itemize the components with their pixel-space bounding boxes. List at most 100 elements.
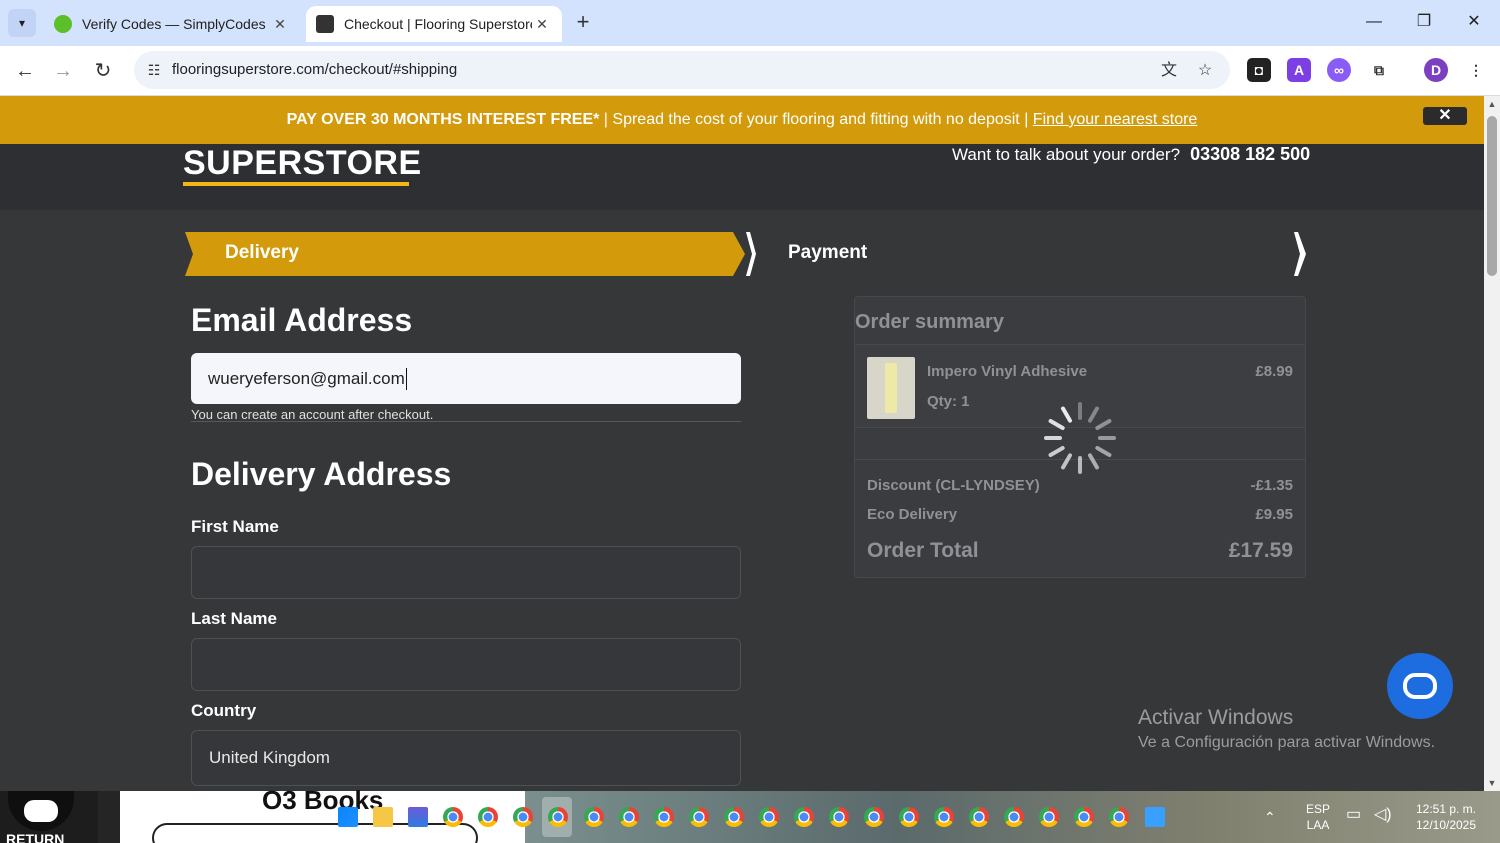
chrome-icon[interactable]	[548, 807, 568, 827]
last-name-field[interactable]	[191, 638, 741, 691]
page-scrollbar[interactable]: ▲ ▼	[1484, 96, 1500, 791]
step-delivery[interactable]: Delivery	[185, 232, 745, 276]
spinner-spoke	[1078, 456, 1082, 474]
return-label: RETURN	[6, 831, 65, 843]
chrome-icon[interactable]	[1004, 807, 1024, 827]
email-hint: You can create an account after checkout…	[191, 407, 434, 422]
email-heading: Email Address	[191, 302, 413, 338]
tab-simplycodes[interactable]: Verify Codes — SimplyCodes ✕	[44, 6, 300, 42]
clock[interactable]: 12:51 p. m. 12/10/2025	[1406, 801, 1486, 833]
shop-widget: RETURN	[0, 791, 98, 843]
bookmark-star-icon[interactable]: ☆	[1194, 60, 1216, 82]
loading-spinner-icon	[1044, 402, 1116, 474]
windows-start-icon[interactable]	[338, 807, 358, 827]
spinner-spoke	[1044, 436, 1062, 440]
scroll-up-icon[interactable]: ▲	[1487, 99, 1497, 109]
chrome-icon[interactable]	[934, 807, 954, 827]
vpn-app-icon[interactable]	[408, 807, 428, 827]
site-info-icon[interactable]: ☷	[144, 60, 164, 80]
notepad-icon[interactable]	[1145, 807, 1165, 827]
country-select[interactable]: United Kingdom	[191, 730, 741, 786]
extension-coupon-icon[interactable]: ∞	[1327, 58, 1351, 82]
shop-chat-icon[interactable]	[8, 791, 74, 831]
email-field[interactable]: wueryeferson@gmail.com	[191, 353, 741, 404]
email-value: wueryeferson@gmail.com	[208, 368, 405, 388]
tray-chevron-icon[interactable]: ⌃	[1264, 809, 1276, 825]
spinner-spoke	[1060, 452, 1073, 471]
restore-icon[interactable]: ❐	[1404, 8, 1444, 36]
address-bar[interactable]: ☷ flooringsuperstore.com/checkout/#shipp…	[134, 51, 1230, 89]
first-name-field[interactable]	[191, 546, 741, 599]
promo-separator: |	[599, 111, 613, 128]
chrome-icon[interactable]	[864, 807, 884, 827]
reload-icon[interactable]: ↻	[88, 56, 118, 86]
tab-title: Verify Codes — SimplyCodes	[82, 16, 266, 32]
spinner-spoke	[1060, 405, 1073, 424]
extension-a-icon[interactable]: A	[1287, 58, 1311, 82]
checkout-main: Delivery Payment Email Address wueryefer…	[0, 210, 1484, 791]
translate-icon[interactable]: 文	[1158, 60, 1180, 82]
promo-headline: PAY OVER 30 MONTHS INTEREST FREE*	[286, 111, 600, 128]
chrome-icon[interactable]	[689, 807, 709, 827]
chrome-icon[interactable]	[478, 807, 498, 827]
chat-button[interactable]	[1387, 653, 1453, 719]
scroll-down-icon[interactable]: ▼	[1487, 778, 1497, 788]
tab-close-icon[interactable]: ✕	[270, 16, 290, 33]
order-total-value: £17.59	[1228, 539, 1293, 562]
promo-text: Spread the cost of your flooring and fit…	[612, 111, 1020, 128]
url-text[interactable]: flooringsuperstore.com/checkout/#shippin…	[172, 61, 457, 78]
language-top: ESP	[1305, 802, 1330, 816]
chrome-icon[interactable]	[899, 807, 919, 827]
phone-number[interactable]: 03308 182 500	[1190, 144, 1310, 164]
chrome-icon[interactable]	[513, 807, 533, 827]
chrome-icon[interactable]	[1109, 807, 1129, 827]
network-icon[interactable]: ▭	[1346, 807, 1361, 823]
step-payment-label[interactable]: Payment	[788, 242, 867, 264]
scrollbar-thumb[interactable]	[1487, 116, 1497, 276]
extension-wallet-icon[interactable]: ◘	[1247, 58, 1271, 82]
chrome-icon[interactable]	[1039, 807, 1059, 827]
item-qty: Qty: 1	[927, 393, 970, 410]
chrome-icon[interactable]	[619, 807, 639, 827]
chrome-icon[interactable]	[794, 807, 814, 827]
spinner-spoke	[1094, 418, 1113, 431]
close-window-icon[interactable]: ✕	[1454, 8, 1494, 36]
new-tab-plus-icon[interactable]: +	[570, 10, 596, 36]
file-explorer-icon[interactable]	[373, 807, 393, 827]
chrome-icon[interactable]	[443, 807, 463, 827]
forward-arrow-icon[interactable]: →	[48, 56, 78, 86]
chrome-icon[interactable]	[1074, 807, 1094, 827]
extensions-puzzle-icon[interactable]: ⧉	[1367, 58, 1391, 82]
country-label: Country	[191, 701, 257, 720]
chrome-icon[interactable]	[969, 807, 989, 827]
tab-checkout[interactable]: Checkout | Flooring Superstore ✕	[306, 6, 562, 42]
back-arrow-icon[interactable]: ←	[10, 56, 40, 86]
divider	[191, 421, 741, 422]
site-logo[interactable]: SUPERSTORE	[183, 144, 422, 183]
text-caret	[405, 367, 407, 390]
language-indicator[interactable]: ESP LAA	[1300, 801, 1336, 833]
delivery-address-heading: Delivery Address	[191, 456, 452, 492]
spinner-spoke	[1047, 418, 1066, 431]
books-label: O3 Books	[262, 785, 384, 815]
chrome-icon[interactable]	[584, 807, 604, 827]
volume-icon[interactable]: ◁)	[1374, 807, 1392, 823]
chrome-icon[interactable]	[654, 807, 674, 827]
tab-search-chevron-icon[interactable]: ▾	[8, 9, 36, 37]
chrome-icon[interactable]	[724, 807, 744, 827]
profile-avatar-icon[interactable]: D	[1424, 58, 1448, 82]
chat-bubble-icon	[24, 800, 58, 822]
promo-close-button[interactable]: ✕	[1423, 107, 1467, 125]
order-total-row: Order Total £17.59	[867, 539, 1293, 563]
minimize-icon[interactable]: —	[1354, 8, 1394, 36]
product-thumbnail	[867, 357, 915, 419]
find-store-link[interactable]: Find your nearest store	[1033, 111, 1198, 128]
step-chevron-icon	[746, 232, 756, 276]
chrome-icon[interactable]	[829, 807, 849, 827]
browser-menu-icon[interactable]: ⋮	[1464, 58, 1488, 82]
chrome-icon[interactable]	[759, 807, 779, 827]
clock-time: 12:51 p. m.	[1415, 802, 1477, 816]
tab-close-icon[interactable]: ✕	[532, 16, 552, 33]
discount-label: Discount (CL-LYNDSEY)	[867, 477, 1040, 494]
site-header: SUPERSTORE Want to talk about your order…	[0, 144, 1484, 210]
